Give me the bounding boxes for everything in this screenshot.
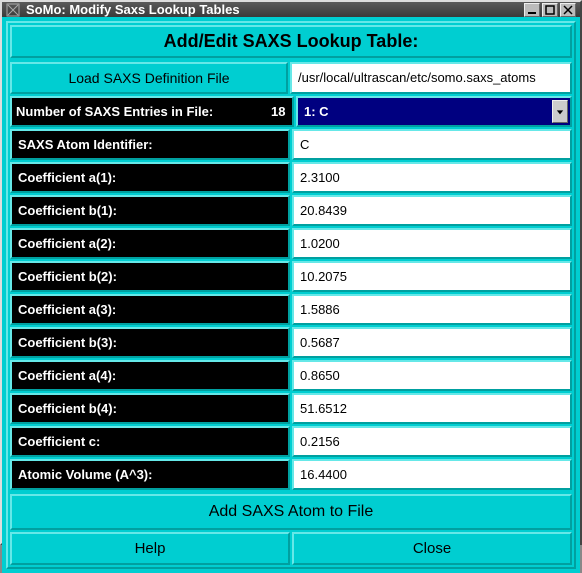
window-title: SoMo: Modify Saxs Lookup Tables — [26, 2, 524, 17]
panel-header: Add/Edit SAXS Lookup Table: — [10, 25, 572, 58]
minimize-button[interactable] — [524, 3, 540, 17]
field-input[interactable]: 0.2156 — [292, 426, 572, 457]
field-row: SAXS Atom Identifier:C — [10, 129, 572, 160]
titlebar: SoMo: Modify Saxs Lookup Tables — [2, 2, 580, 17]
field-row: Coefficient a(1):2.3100 — [10, 162, 572, 193]
field-label: Coefficient b(1): — [10, 195, 290, 226]
field-label: Coefficient b(2): — [10, 261, 290, 292]
chevron-down-icon — [552, 100, 568, 123]
field-row: Coefficient b(2):10.2075 — [10, 261, 572, 292]
field-input[interactable]: 1.5886 — [292, 294, 572, 325]
field-label: Coefficient a(2): — [10, 228, 290, 259]
field-input[interactable]: 0.8650 — [292, 360, 572, 391]
field-label: Coefficient a(1): — [10, 162, 290, 193]
field-input[interactable]: 20.8439 — [292, 195, 572, 226]
field-label: Coefficient a(3): — [10, 294, 290, 325]
field-row: Coefficient a(2):1.0200 — [10, 228, 572, 259]
field-label: Atomic Volume (A^3): — [10, 459, 290, 490]
field-input[interactable]: 16.4400 — [292, 459, 572, 490]
field-input[interactable]: 10.2075 — [292, 261, 572, 292]
field-label: Coefficient b(3): — [10, 327, 290, 358]
field-input[interactable]: 0.5687 — [292, 327, 572, 358]
field-row: Atomic Volume (A^3):16.4400 — [10, 459, 572, 490]
field-input[interactable]: 51.6512 — [292, 393, 572, 424]
field-row: Coefficient b(4):51.6512 — [10, 393, 572, 424]
field-label: Coefficient a(4): — [10, 360, 290, 391]
field-row: Coefficient a(3):1.5886 — [10, 294, 572, 325]
field-row: Coefficient b(1):20.8439 — [10, 195, 572, 226]
app-icon — [6, 3, 20, 17]
dropdown-selected: 1: C — [304, 104, 329, 119]
entry-dropdown[interactable]: 1: C — [296, 96, 572, 127]
field-label: Coefficient b(4): — [10, 393, 290, 424]
file-path-input[interactable]: /usr/local/ultrascan/etc/somo.saxs_atoms — [290, 62, 572, 94]
field-input[interactable]: 1.0200 — [292, 228, 572, 259]
help-button[interactable]: Help — [10, 532, 290, 565]
num-entries-value: 18 — [267, 98, 292, 125]
close-button[interactable]: Close — [292, 532, 572, 565]
close-window-button[interactable] — [560, 3, 576, 17]
app-window: SoMo: Modify Saxs Lookup Tables Add/Edit… — [0, 0, 582, 545]
field-input[interactable]: 2.3100 — [292, 162, 572, 193]
field-input[interactable]: C — [292, 129, 572, 160]
field-label: SAXS Atom Identifier: — [10, 129, 290, 160]
field-label: Coefficient c: — [10, 426, 290, 457]
maximize-button[interactable] — [542, 3, 558, 17]
window-controls — [524, 3, 576, 17]
add-atom-button[interactable]: Add SAXS Atom to File — [10, 494, 572, 530]
num-entries-label: Number of SAXS Entries in File: — [12, 98, 267, 125]
load-file-button[interactable]: Load SAXS Definition File — [10, 62, 288, 94]
field-row: Coefficient a(4):0.8650 — [10, 360, 572, 391]
field-row: Coefficient c:0.2156 — [10, 426, 572, 457]
field-row: Coefficient b(3):0.5687 — [10, 327, 572, 358]
